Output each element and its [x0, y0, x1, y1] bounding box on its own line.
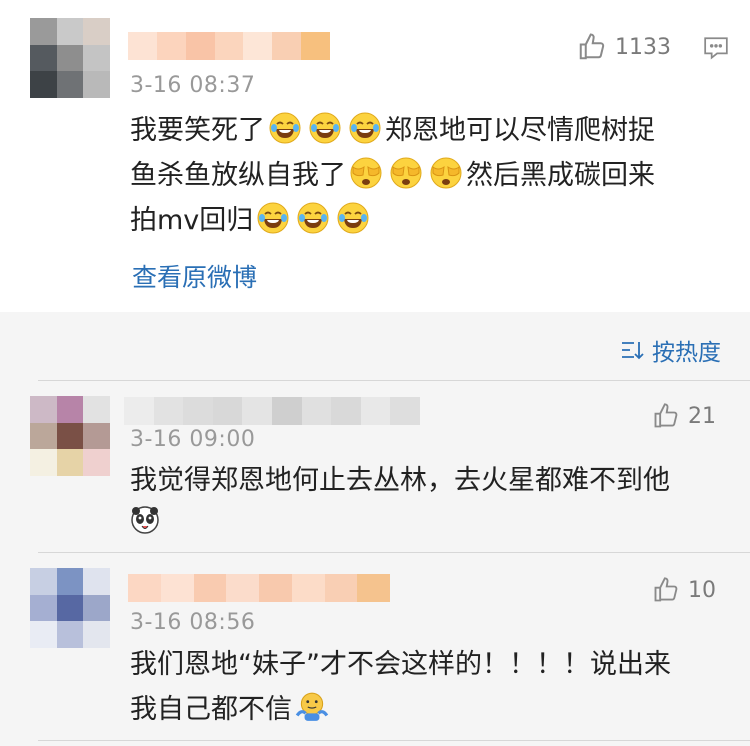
- like-count: 21: [688, 403, 716, 429]
- laugh-cry-emoji: [349, 112, 381, 144]
- laugh-cry-emoji: [257, 202, 289, 234]
- sort-by-hot-button[interactable]: 按热度: [620, 333, 721, 367]
- facepalm-emoji: [390, 157, 422, 189]
- facepalm-emoji: [350, 157, 382, 189]
- thumbs-up-icon: [654, 403, 678, 428]
- facepalm-emoji: [430, 157, 462, 189]
- comment-text: 我要笑死了 郑恩地可以尽情爬树捉 鱼杀鱼放纵自我了 然后黑成碳回来 拍mv回归: [130, 108, 655, 243]
- reply-time: 3-16 08:56: [130, 610, 256, 635]
- sort-icon: [622, 342, 644, 360]
- thumbs-up-icon: [654, 577, 678, 602]
- laugh-cry-emoji: [337, 202, 369, 234]
- avatar[interactable]: [30, 568, 110, 648]
- view-original-link[interactable]: 查看原微博: [132, 258, 257, 294]
- shrug-emoji: [295, 692, 329, 721]
- avatar[interactable]: [30, 396, 110, 476]
- reply-line: 我们恩地“妹子”才不会这样的！！！！说出来: [130, 649, 671, 680]
- comment-icon[interactable]: [703, 35, 729, 65]
- reply-text: 我觉得郑恩地何止去丛林，去火星都难不到他: [130, 465, 670, 496]
- username-blurred[interactable]: [128, 574, 390, 602]
- reply-line: 我自己都不信: [130, 687, 671, 732]
- avatar[interactable]: [30, 18, 110, 98]
- laugh-emoji-group: [265, 112, 385, 146]
- like-button[interactable]: 1133: [577, 32, 671, 62]
- laugh-cry-emoji: [269, 112, 301, 144]
- like-count: 1133: [615, 34, 671, 60]
- laugh-emoji-group: [253, 202, 373, 236]
- thumbs-up-icon: [579, 33, 605, 60]
- username-blurred[interactable]: [128, 32, 331, 60]
- laugh-cry-emoji: [309, 112, 341, 144]
- reply-text: 我们恩地“妹子”才不会这样的！！！！说出来 我自己都不信: [130, 642, 671, 732]
- comment-line: 鱼杀鱼放纵自我了 然后黑成碳回来: [130, 153, 655, 198]
- facepalm-emoji-group: [346, 157, 466, 191]
- divider: [38, 380, 750, 381]
- like-button[interactable]: 10: [652, 576, 716, 604]
- comment-time: 3-16 08:37: [130, 73, 256, 98]
- comment-line: 我要笑死了 郑恩地可以尽情爬树捉: [130, 108, 655, 153]
- reply-time: 3-16 09:00: [130, 427, 256, 452]
- comment-line: 拍mv回归: [130, 198, 655, 243]
- main-comment-card: 3-16 08:37 1133 我要笑死了 郑恩地可以尽情爬树捉 鱼杀鱼放纵自我了…: [0, 0, 750, 312]
- divider: [38, 552, 750, 553]
- panda-emoji: [130, 505, 160, 539]
- sort-label: 按热度: [652, 340, 721, 366]
- divider: [38, 740, 750, 741]
- like-button[interactable]: 21: [652, 402, 716, 430]
- like-count: 10: [688, 577, 716, 603]
- username-blurred[interactable]: [124, 397, 420, 425]
- laugh-cry-emoji: [297, 202, 329, 234]
